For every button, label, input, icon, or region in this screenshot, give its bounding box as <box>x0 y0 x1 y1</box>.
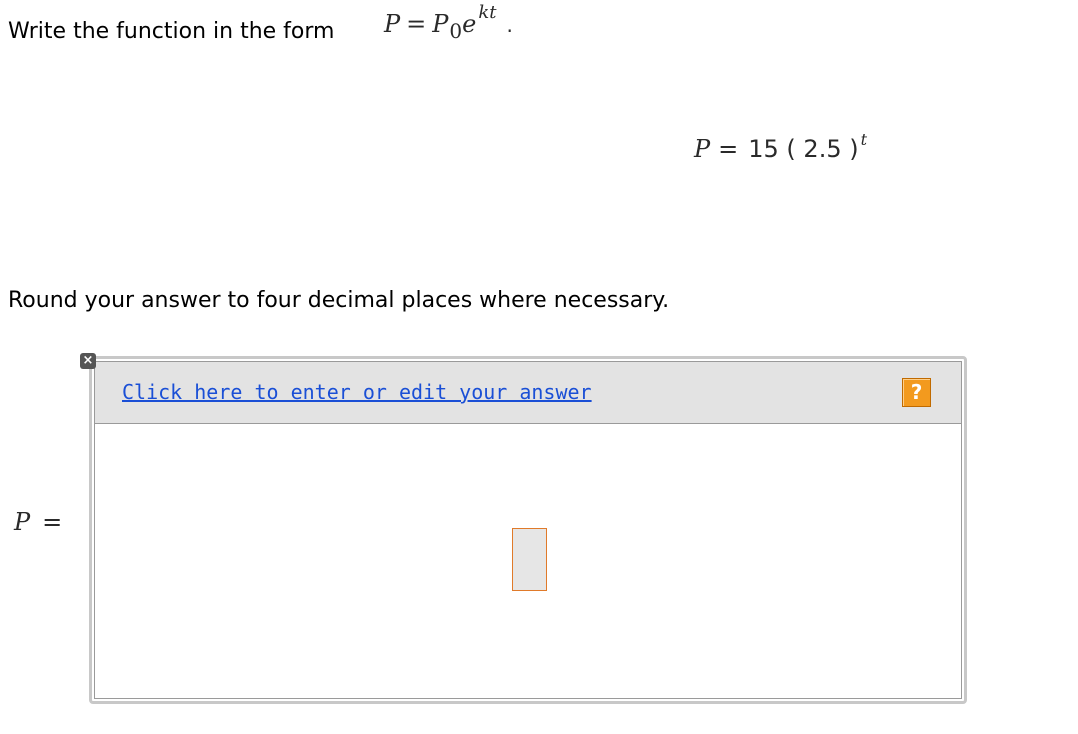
given-equals: = <box>718 135 739 163</box>
given-lhs: P <box>694 135 711 163</box>
close-icon[interactable]: × <box>80 353 96 369</box>
given-expression: 15 ( 2.5 ) <box>748 135 859 163</box>
instruction-text: Write the function in the form <box>8 19 335 44</box>
help-button[interactable]: ? <box>902 378 931 407</box>
formula-lhs: P <box>384 10 401 38</box>
round-instruction: Round your answer to four decimal places… <box>8 288 670 313</box>
formula-exponent: kt <box>478 2 497 23</box>
answer-equals: = <box>42 508 63 536</box>
given-exponent: t <box>860 130 868 149</box>
answer-lhs: P <box>14 508 31 536</box>
formula-period: . <box>506 13 513 37</box>
formula-subscript: 0 <box>449 19 463 43</box>
formula-e: e <box>462 10 477 38</box>
target-form-formula: P = P0e kt. <box>384 2 513 43</box>
edit-answer-link[interactable]: Click here to enter or edit your answer <box>122 380 592 404</box>
answer-label: P = <box>14 505 62 539</box>
formula-equals: = <box>406 10 427 38</box>
given-function: P = 15 ( 2.5 ) t <box>694 130 868 169</box>
answer-input[interactable] <box>512 528 547 591</box>
answer-header: Click here to enter or edit your answer … <box>95 362 961 424</box>
formula-base: P <box>432 10 449 38</box>
